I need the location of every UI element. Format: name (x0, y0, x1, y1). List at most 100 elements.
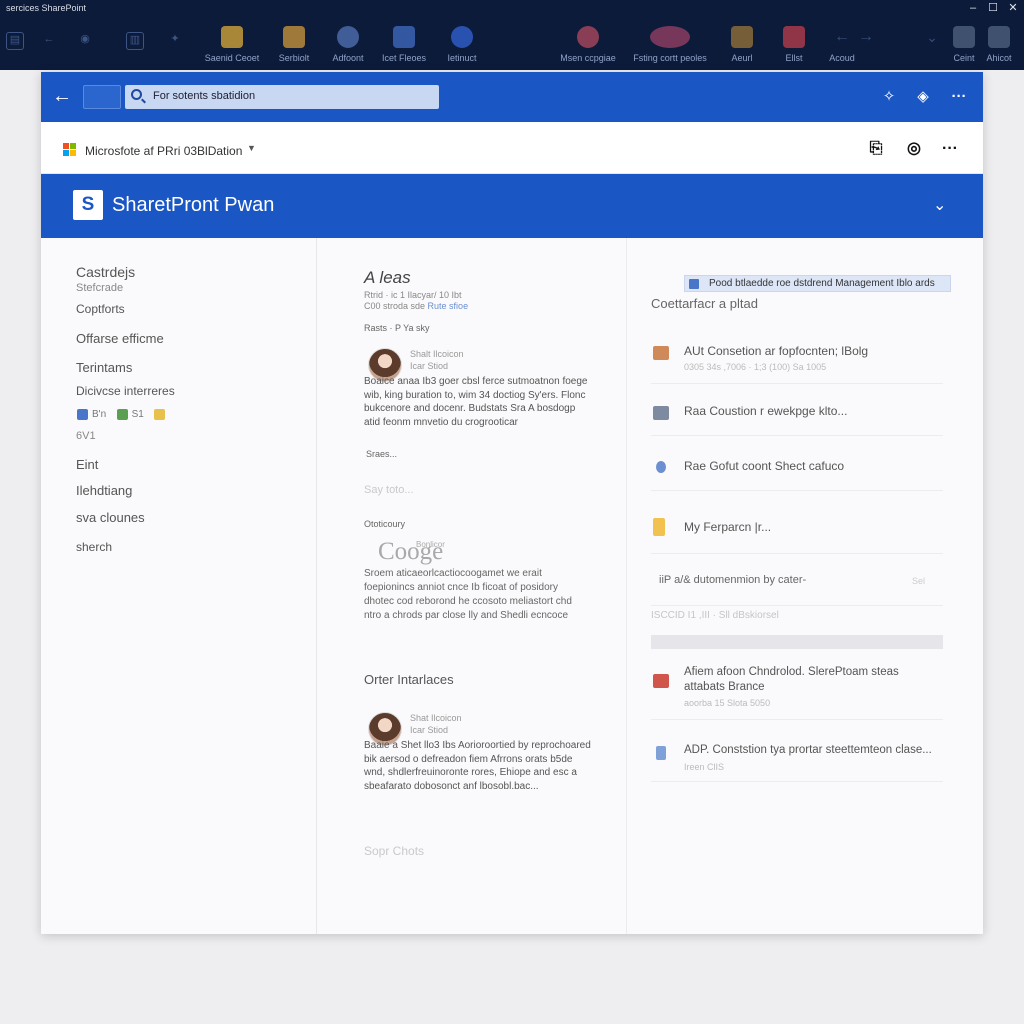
search-input-text: For sotents sbatidion (153, 90, 256, 102)
user-icon (653, 346, 669, 360)
section-link[interactable]: Rute sfioe (428, 301, 469, 311)
taskbar-item[interactable]: Ahicot (972, 26, 1024, 63)
list-item[interactable]: iiP a/& dutomenmion by cater- Sel (651, 572, 943, 606)
callout-banner[interactable]: Pood btlaedde roe dstdrend Management Ib… (684, 275, 951, 292)
app-icon (988, 26, 1010, 48)
app-icon (283, 26, 305, 48)
location-icon[interactable]: ◉ (76, 32, 94, 50)
taskbar-item[interactable]: Ietinuct (430, 26, 494, 63)
nav-item[interactable]: Offarse efficme (76, 331, 164, 346)
nav-item[interactable]: Ilehdtiang (76, 483, 132, 498)
list-item[interactable]: Raa Coustion r ewekpge klto... (651, 402, 943, 436)
tab-thumbnail[interactable] (83, 85, 121, 109)
file-icon (656, 746, 666, 760)
search-input[interactable]: For sotents sbatidion (125, 85, 439, 109)
taskbar-item[interactable]: Adfoont (316, 26, 380, 63)
gear-icon[interactable]: ✦ (166, 32, 184, 50)
taskbar-item[interactable]: Fsting cortt peoles (628, 26, 712, 63)
faint-text: Say toto... (364, 484, 414, 496)
pin-icon (656, 461, 666, 473)
app-icon (393, 26, 415, 48)
section-heading: A leas (364, 268, 411, 287)
nav-item[interactable]: sva clounes (76, 510, 145, 525)
grid-icon[interactable]: ▤ (6, 32, 24, 50)
post-body: Baaie a Shet llo3 Ibs Aorioroortied by r… (364, 740, 591, 792)
post-role: Icar Stiod (410, 725, 449, 735)
activity-column: A leas Rtrid · ic 1 Ilacyar/ 10 Ibt C00 … (318, 238, 625, 934)
app-icon (451, 26, 473, 48)
clipboard-icon[interactable]: ⎘ (865, 138, 887, 160)
info-icon (689, 279, 699, 289)
taskbar-item[interactable]: Saenid Ceoet (200, 26, 264, 63)
back-arrow-icon[interactable]: ← (49, 84, 75, 110)
nav-item[interactable]: Terintams (76, 360, 132, 375)
app-icon (577, 26, 599, 48)
list-item[interactable]: Afiem afoon Chndrolod. SlerePtoam steas … (651, 664, 943, 720)
content-column: Pood btlaedde roe dstdrend Management Ib… (626, 238, 983, 934)
faint-text: Sopr Chots (364, 844, 425, 858)
browser-window: ← For sotents sbatidion ✧ ◈ ··· Microsfo… (41, 72, 983, 934)
list-item[interactable]: AUt Consetion ar fopfocnten; lBolg 0305 … (651, 342, 943, 384)
app-icon (650, 26, 690, 48)
search-icon (131, 89, 142, 100)
app-icon (221, 26, 243, 48)
site-title[interactable]: SharetPront Pwan (112, 194, 274, 217)
address-bar: ← For sotents sbatidion ✧ ◈ ··· (41, 72, 983, 122)
nav-item[interactable]: sherch (76, 540, 112, 554)
post-card[interactable]: Shat Ilcoicon Icar Stiod Baaie a Shet ll… (364, 712, 594, 812)
left-navigation: Castrdejs Stefcrade Coptforts Offarse ef… (41, 238, 317, 934)
post-card[interactable]: Shalt Ilcoicon Icar Stiod Boaice anaa Ib… (364, 348, 594, 468)
post-author: Shalt Ilcoicon (410, 349, 464, 359)
section-meta: Rtrid · ic 1 Ilacyar/ 10 Ibt (364, 290, 462, 300)
app-icon (731, 26, 753, 48)
more-icon[interactable]: ··· (949, 87, 969, 107)
doc-icon[interactable]: ▥ (126, 32, 144, 50)
post-body: Boaice anaa Ib3 goer cbsl ferce sutmoatn… (364, 376, 588, 428)
section-heading: Coettarfacr a pltad (651, 296, 758, 311)
nav-item[interactable]: Coptforts (76, 302, 125, 316)
nav-item[interactable]: Eint (76, 457, 98, 472)
back-icon[interactable]: ← (40, 32, 58, 50)
chevron-down-icon[interactable]: ⌄ (933, 194, 946, 218)
org-name[interactable]: Microsfote af PRri 03BlDation (85, 144, 242, 158)
card-caption: Bonlicor (416, 540, 445, 549)
reading-icon[interactable]: ◈ (913, 87, 933, 107)
list-item[interactable]: Rae Gofut coont Shect cafuco (651, 457, 943, 491)
taskbar-item[interactable]: Msen ccpgiae (556, 26, 620, 63)
doc-icon[interactable] (77, 409, 88, 421)
share-icon[interactable]: ✧ (879, 87, 899, 107)
post-role: Icar Stiod (410, 361, 449, 371)
divider (651, 635, 943, 649)
section-heading: Orter Intarlaces (364, 672, 454, 687)
window-titlebar: sercices SharePoint – ☐ ✕ ▤ ← ◉ ▥ ✦ Saen… (0, 0, 1024, 70)
nav-heading[interactable]: Castrdejs (76, 264, 135, 280)
section-tags: Rasts · P Ya sky (364, 323, 430, 333)
app-icon (783, 26, 805, 48)
minimize-button[interactable]: – (966, 1, 980, 15)
list-item[interactable]: ADP. Conststion tya prortar steettemteon… (651, 742, 943, 782)
close-button[interactable]: ✕ (1006, 1, 1020, 15)
see-more-link[interactable]: Sraes... (366, 449, 397, 459)
org-bar: Microsfote af PRri 03BlDation ▼ ⎘ ◎ ··· (41, 122, 983, 174)
site-header: S SharetPront Pwan ⌄ (41, 174, 983, 238)
taskbar-item[interactable]: Icet Fleoes (372, 26, 436, 63)
chat-icon[interactable]: ◎ (903, 138, 925, 160)
app-icon (337, 26, 359, 48)
folder-icon[interactable] (154, 409, 166, 421)
nav-item[interactable]: Dicivcse interreres (76, 384, 175, 398)
section-meta: C00 stroda sde Rute sfioe (364, 301, 469, 311)
forward-arrow-icon: → (858, 28, 874, 45)
caret-down-icon[interactable]: ▼ (247, 143, 256, 153)
nav-subheading: Stefcrade (76, 282, 124, 294)
taskbar: ▤ ← ◉ ▥ ✦ Saenid Ceoet Serbiolt Adfoont … (0, 20, 1024, 68)
nav-small: 6V1 (76, 430, 96, 442)
note-icon (653, 518, 665, 536)
microsoft-logo-icon (63, 143, 77, 157)
sheet-icon[interactable] (116, 409, 128, 421)
maximize-button[interactable]: ☐ (986, 1, 1000, 15)
forward-icon[interactable]: → (846, 26, 886, 48)
list-item[interactable]: My Ferparcn |r... (651, 517, 943, 554)
window-title: sercices SharePoint (6, 3, 87, 13)
card-body: Sroem aticaeorlcactiocoogamet we erait f… (364, 568, 572, 621)
more-icon[interactable]: ··· (939, 138, 961, 160)
